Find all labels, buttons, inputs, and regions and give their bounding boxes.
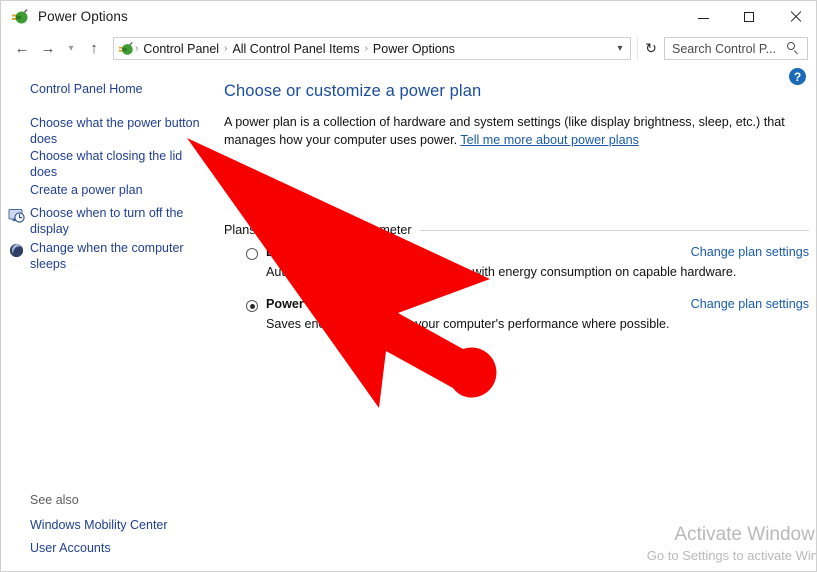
sidebar-item-turn-off-display[interactable]: Choose when to turn off the display xyxy=(30,205,205,237)
main-panel: Choose or customize a power plan A power… xyxy=(216,65,816,571)
sidebar-item-label: Create a power plan xyxy=(30,183,143,197)
sleep-moon-icon xyxy=(8,242,25,259)
forward-arrow-icon[interactable]: → xyxy=(35,36,61,62)
activate-windows-watermark: Activate Windows Go to Settings to activ… xyxy=(646,523,817,565)
minimize-button[interactable] xyxy=(680,1,726,32)
sidebar: Control Panel Home Choose what the power… xyxy=(1,65,216,571)
section-label-battery-meter: Plans shown on the battery meter xyxy=(224,223,420,237)
window-controls xyxy=(680,1,816,32)
address-chevron-down-icon[interactable]: ▾ xyxy=(610,43,630,54)
address-bar[interactable]: › Control Panel › All Control Panel Item… xyxy=(113,37,631,60)
recent-locations-chevron-down-icon[interactable]: ▾ xyxy=(61,36,81,62)
sidebar-item-label: Change when the computer sleeps xyxy=(30,241,184,271)
window-title: Power Options xyxy=(38,9,128,24)
back-arrow-icon[interactable]: ← xyxy=(9,36,35,62)
breadcrumb-control-panel[interactable]: Control Panel xyxy=(139,42,223,56)
plan-radio-balanced[interactable] xyxy=(246,248,258,260)
close-button[interactable] xyxy=(772,1,816,32)
watermark-title: Activate Windows xyxy=(674,524,817,545)
sidebar-item-control-panel-home[interactable]: Control Panel Home xyxy=(30,81,143,97)
power-plug-icon xyxy=(11,8,29,26)
sidebar-item-label: Choose what the power button does xyxy=(30,116,200,146)
content-area: ? Control Panel Home Choose what the pow… xyxy=(1,65,816,571)
sidebar-item-label: Windows Mobility Center xyxy=(30,518,168,532)
sidebar-item-choose-closing-lid[interactable]: Choose what closing the lid does xyxy=(30,148,202,180)
plan-description: Automatically balances performance with … xyxy=(266,265,737,279)
see-also-label: See also xyxy=(30,493,79,507)
display-clock-icon xyxy=(8,207,25,224)
sidebar-item-label: User Accounts xyxy=(30,541,111,555)
power-options-window: Power Options ← → ▾ ↑ › Control Panel › … xyxy=(0,0,817,572)
search-placeholder: Search Control P... xyxy=(672,41,776,56)
page-description: A power plan is a collection of hardware… xyxy=(224,113,809,149)
sidebar-item-choose-power-button[interactable]: Choose what the power button does xyxy=(30,115,202,147)
breadcrumb-power-options[interactable]: Power Options xyxy=(369,42,459,56)
sidebar-item-create-power-plan[interactable]: Create a power plan xyxy=(30,182,205,198)
sidebar-item-label: Choose when to turn off the display xyxy=(30,206,184,236)
plan-name: Balanced (recommended) xyxy=(266,245,420,259)
change-plan-settings-link[interactable]: Change plan settings xyxy=(691,297,809,311)
plan-description: Saves energy by reducing your computer's… xyxy=(266,317,670,331)
sidebar-item-computer-sleeps[interactable]: Change when the computer sleeps xyxy=(30,240,205,272)
navigation-bar: ← → ▾ ↑ › Control Panel › All Control Pa… xyxy=(1,32,816,65)
sidebar-item-label: Choose what closing the lid does xyxy=(30,149,183,179)
refresh-button[interactable]: ↻ xyxy=(637,37,664,60)
window-title-bar: Power Options xyxy=(1,1,816,32)
sidebar-item-user-accounts[interactable]: User Accounts xyxy=(30,540,111,556)
search-input[interactable]: Search Control P... xyxy=(664,37,808,60)
up-arrow-icon[interactable]: ↑ xyxy=(81,36,107,62)
sidebar-item-label: Control Panel Home xyxy=(30,82,143,96)
breadcrumb-power-plug-icon xyxy=(118,41,134,57)
plan-radio-power-saver[interactable] xyxy=(246,300,258,312)
sidebar-item-windows-mobility-center[interactable]: Windows Mobility Center xyxy=(30,517,168,533)
watermark-subtitle: Go to Settings to activate Windows. xyxy=(646,548,816,563)
breadcrumb-all-control-panel-items[interactable]: All Control Panel Items xyxy=(228,42,363,56)
change-plan-settings-link[interactable]: Change plan settings xyxy=(691,245,809,259)
plan-name: Power saver xyxy=(266,297,341,311)
page-title: Choose or customize a power plan xyxy=(224,82,482,100)
search-icon xyxy=(787,42,800,55)
tell-me-more-link[interactable]: Tell me more about power plans xyxy=(460,133,639,147)
maximize-button[interactable] xyxy=(726,1,772,32)
